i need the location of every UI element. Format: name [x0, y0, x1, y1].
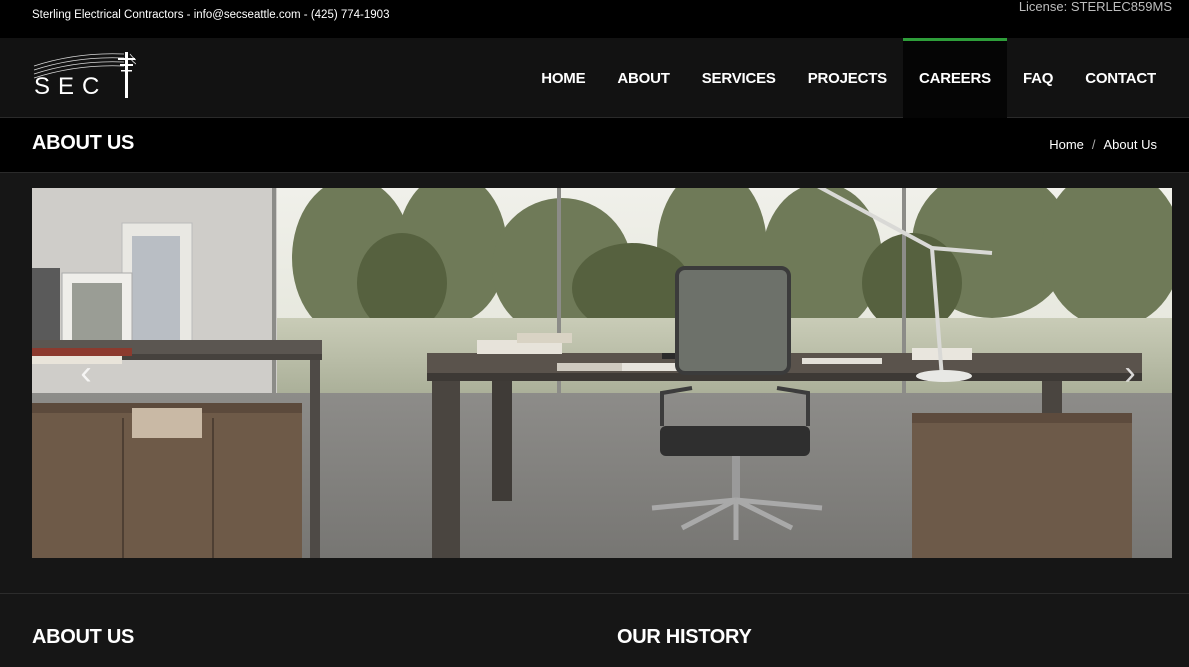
- contact-info: Sterling Electrical Contractors - info@s…: [32, 9, 390, 21]
- breadcrumb-separator: /: [1091, 137, 1096, 152]
- our-history-heading: OUR HISTORY: [617, 626, 752, 648]
- nav-home[interactable]: HOME: [525, 38, 601, 118]
- page-title-bar: ABOUT US Home / About Us: [0, 118, 1189, 173]
- nav-about[interactable]: ABOUT: [601, 38, 685, 118]
- nav-services[interactable]: SERVICES: [686, 38, 792, 118]
- chevron-right-icon[interactable]: ›: [1120, 356, 1140, 390]
- office-desk-photo: [32, 188, 1172, 558]
- svg-text:SEC: SEC: [34, 73, 107, 100]
- section-divider: [0, 593, 1189, 594]
- page-title: ABOUT US: [32, 132, 135, 154]
- chevron-left-icon[interactable]: ‹: [76, 356, 96, 390]
- nav-projects[interactable]: PROJECTS: [792, 38, 903, 118]
- breadcrumb-current: About Us: [1103, 137, 1157, 152]
- breadcrumb: Home / About Us: [1049, 137, 1157, 152]
- top-bar: Sterling Electrical Contractors - info@s…: [0, 0, 1189, 38]
- nav-faq[interactable]: FAQ: [1007, 38, 1069, 118]
- about-us-heading: ABOUT US: [32, 626, 135, 648]
- nav-careers[interactable]: CAREERS: [902, 38, 1007, 118]
- license-number: License: STERLEC859MS: [1018, 0, 1172, 14]
- nav-contact[interactable]: CONTACT: [1069, 38, 1172, 118]
- image-slider[interactable]: ‹ ›: [32, 188, 1172, 558]
- site-logo[interactable]: SEC: [32, 50, 137, 100]
- site-header: SEC HOME ABOUT SERVICES PROJECTS CAREERS…: [0, 38, 1189, 118]
- main-nav: HOME ABOUT SERVICES PROJECTS CAREERS FAQ…: [525, 38, 1172, 118]
- breadcrumb-home[interactable]: Home: [1049, 137, 1084, 152]
- power-pole-icon: SEC: [33, 52, 137, 100]
